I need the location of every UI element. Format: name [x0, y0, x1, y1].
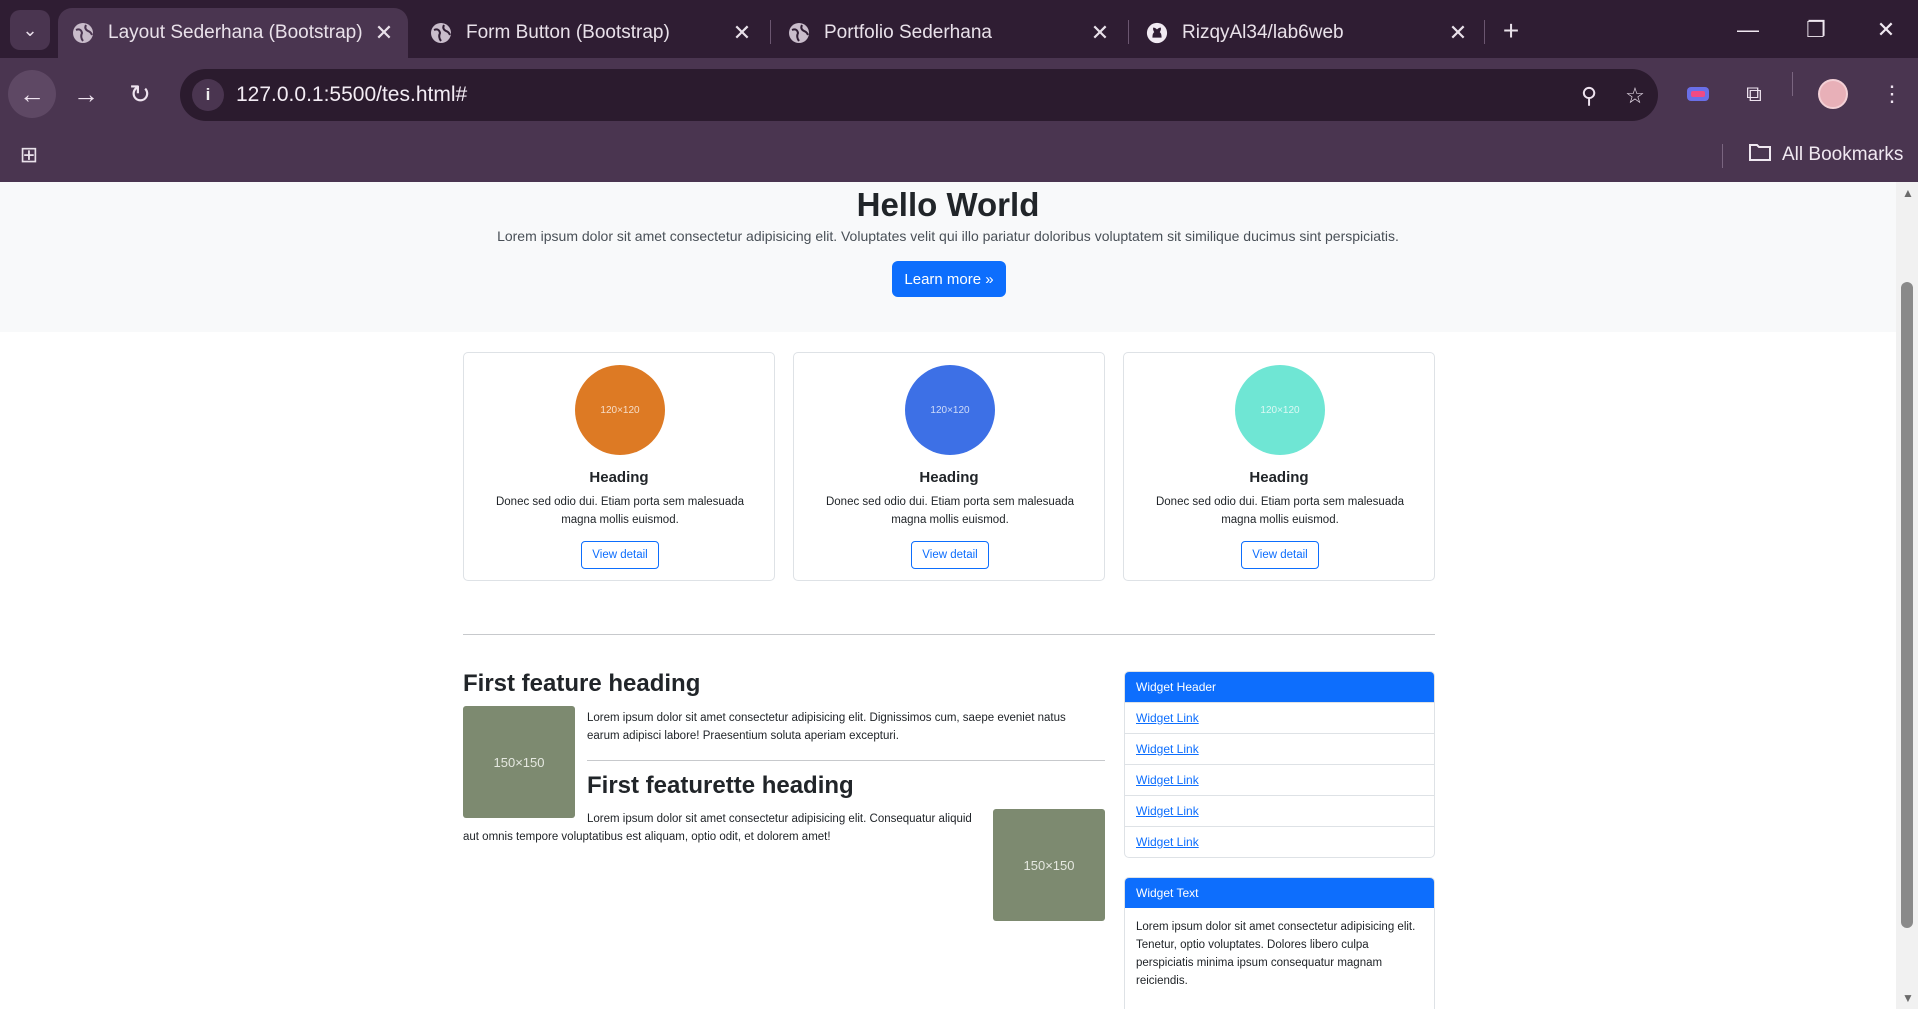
card-placeholder-image: 120×120 — [1235, 365, 1325, 455]
feature-divider — [587, 760, 1105, 761]
card-placeholder-image: 120×120 — [905, 365, 995, 455]
globe-icon — [72, 22, 94, 44]
feature-text: Lorem ipsum dolor sit amet consectetur a… — [587, 712, 1066, 742]
widget-links: Widget Header Widget Link Widget Link Wi… — [1124, 671, 1435, 858]
section-divider — [463, 634, 1435, 635]
chevron-down-icon: ⌄ — [22, 19, 38, 40]
github-icon — [1146, 22, 1168, 44]
new-tab-button[interactable]: + — [1494, 14, 1528, 48]
view-detail-button[interactable]: View detail — [911, 541, 989, 569]
restore-icon: ❐ — [1806, 17, 1826, 42]
reload-button[interactable]: ↻ — [116, 70, 164, 118]
minimize-icon: — — [1737, 17, 1759, 42]
feature-card: 120×120 Heading Donec sed odio dui. Etia… — [463, 352, 775, 581]
widget-text-body: Lorem ipsum dolor sit amet consectetur a… — [1136, 921, 1416, 987]
feature-card: 120×120 Heading Donec sed odio dui. Etia… — [1123, 352, 1435, 581]
arrow-right-icon: → — [73, 78, 99, 109]
url-text[interactable]: 127.0.0.1:5500/tes.html# — [236, 83, 467, 107]
restore-button[interactable]: ❐ — [1792, 10, 1840, 50]
browser-toolbar: ← → ↻ i 127.0.0.1:5500/tes.html# ⚲ ☆ ⧉ ⋮… — [0, 58, 1918, 182]
tab-portfolio[interactable]: Portfolio Sederhana ✕ — [774, 8, 1124, 58]
tab-strip: ⌄ Layout Sederhana (Bootstrap) ✕ Form Bu… — [0, 0, 1918, 58]
tab-title: Layout Sederhana (Bootstrap) — [108, 22, 363, 43]
close-icon[interactable]: ✕ — [1086, 19, 1114, 47]
widget-link[interactable]: Widget Link — [1125, 702, 1434, 733]
toolbar-separator — [1792, 72, 1793, 96]
scroll-down-icon[interactable]: ▼ — [1902, 991, 1914, 1005]
reload-icon: ↻ — [129, 78, 151, 109]
tab-separator — [1484, 20, 1485, 44]
menu-dots-icon[interactable]: ⋮ — [1874, 76, 1910, 112]
hero-section: Hello World Lorem ipsum dolor sit amet c… — [0, 182, 1896, 332]
tab-title: Form Button (Bootstrap) — [466, 22, 670, 43]
card-placeholder-image: 120×120 — [575, 365, 665, 455]
feature-card: 120×120 Heading Donec sed odio dui. Etia… — [793, 352, 1105, 581]
tab-title: RizqyAl34/lab6web — [1182, 22, 1344, 43]
feature-heading: First feature heading — [463, 670, 701, 697]
bookmarks-separator — [1722, 144, 1723, 168]
site-info-icon[interactable]: i — [192, 79, 224, 111]
globe-icon — [430, 22, 452, 44]
close-window-button[interactable]: ✕ — [1862, 10, 1910, 50]
extension-badge-icon[interactable] — [1680, 76, 1716, 112]
tab-separator — [770, 20, 771, 44]
widget-link[interactable]: Widget Link — [1125, 764, 1434, 795]
close-icon[interactable]: ✕ — [370, 19, 398, 47]
profile-avatar[interactable] — [1818, 79, 1848, 109]
close-icon: ✕ — [1876, 17, 1896, 42]
all-bookmarks-button[interactable]: All Bookmarks — [1748, 142, 1903, 168]
folder-icon — [1748, 142, 1772, 168]
card-text: Donec sed odio dui. Etiam porta sem male… — [495, 496, 745, 526]
extensions-icon[interactable]: ⧉ — [1736, 76, 1772, 112]
globe-icon — [788, 22, 810, 44]
card-text: Donec sed odio dui. Etiam porta sem male… — [1155, 496, 1405, 526]
view-detail-button[interactable]: View detail — [1241, 541, 1319, 569]
widget-link[interactable]: Widget Link — [1125, 795, 1434, 826]
featurette-text: Lorem ipsum dolor sit amet consectetur a… — [463, 813, 972, 843]
tab-layout-sederhana[interactable]: Layout Sederhana (Bootstrap) ✕ — [58, 8, 408, 58]
close-icon[interactable]: ✕ — [728, 19, 756, 47]
feature-placeholder-image: 150×150 — [463, 706, 575, 818]
widget-link[interactable]: Widget Link — [1125, 826, 1434, 857]
hero-title: Hello World — [856, 186, 1040, 223]
bookmarks-bar: ⊞ All Bookmarks — [0, 130, 1918, 182]
scrollbar-thumb[interactable] — [1901, 282, 1913, 928]
page-viewport: Hello World Lorem ipsum dolor sit amet c… — [0, 182, 1896, 1009]
close-icon[interactable]: ✕ — [1444, 19, 1472, 47]
learn-more-button[interactable]: Learn more » — [892, 261, 1006, 297]
page-scrollbar[interactable]: ▲ ▼ — [1896, 182, 1918, 1009]
card-heading: Heading — [589, 469, 649, 486]
tab-title: Portfolio Sederhana — [824, 22, 992, 43]
widget-text: Widget Text Lorem ipsum dolor sit amet c… — [1124, 877, 1435, 1009]
star-icon[interactable]: ☆ — [1620, 81, 1650, 111]
address-bar[interactable]: i 127.0.0.1:5500/tes.html# ⚲ ☆ — [180, 69, 1658, 121]
view-detail-button[interactable]: View detail — [581, 541, 659, 569]
plus-icon: + — [1502, 15, 1520, 46]
card-text: Donec sed odio dui. Etiam porta sem male… — [825, 496, 1075, 526]
featurette-placeholder-image: 150×150 — [993, 809, 1105, 921]
hero-text: Lorem ipsum dolor sit amet consectetur a… — [497, 228, 1399, 244]
all-bookmarks-label: All Bookmarks — [1782, 144, 1904, 165]
featurette-heading: First featurette heading — [587, 772, 854, 799]
tab-github[interactable]: RizqyAl34/lab6web ✕ — [1132, 8, 1482, 58]
back-button[interactable]: ← — [8, 70, 56, 118]
minimize-button[interactable]: — — [1724, 10, 1772, 50]
tab-form-button[interactable]: Form Button (Bootstrap) ✕ — [416, 8, 766, 58]
tab-search-button[interactable]: ⌄ — [10, 10, 50, 50]
widget-link[interactable]: Widget Link — [1125, 733, 1434, 764]
apps-grid-icon[interactable]: ⊞ — [16, 142, 42, 168]
widget-header: Widget Header — [1125, 672, 1434, 702]
widget-text-header: Widget Text — [1125, 878, 1434, 908]
card-heading: Heading — [919, 469, 979, 486]
card-heading: Heading — [1249, 469, 1309, 486]
zoom-icon[interactable]: ⚲ — [1574, 81, 1604, 111]
forward-button[interactable]: → — [62, 70, 110, 118]
arrow-left-icon: ← — [19, 78, 45, 109]
scroll-up-icon[interactable]: ▲ — [1902, 186, 1914, 200]
tab-separator — [1128, 20, 1129, 44]
